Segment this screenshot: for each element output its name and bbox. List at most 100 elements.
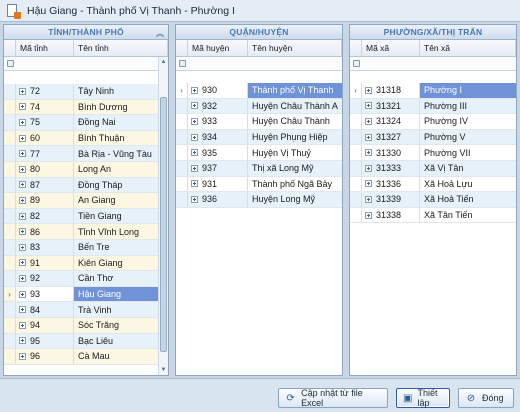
ward-row[interactable]: 31339 Xã Hoả Tiến <box>350 192 516 208</box>
province-row[interactable]: 87 Đồng Tháp <box>4 177 168 194</box>
district-panel-title: QUẬN/HUYỆN <box>229 27 289 37</box>
ward-panel-title: PHƯỜNG/XÃ/THỊ TRẤN <box>383 27 483 37</box>
expand-icon[interactable] <box>365 149 372 157</box>
scroll-down-icon[interactable]: ▼ <box>159 365 168 375</box>
province-row[interactable]: 91 Kiên Giang <box>4 255 168 272</box>
province-filter-row[interactable] <box>4 57 168 71</box>
expand-icon[interactable] <box>365 86 372 94</box>
expand-icon[interactable] <box>19 196 26 204</box>
row-code: 95 <box>30 335 41 346</box>
expand-icon[interactable] <box>191 133 198 141</box>
expand-icon[interactable] <box>19 118 26 126</box>
district-row[interactable]: 935 Huyện Vị Thuỷ <box>176 145 342 161</box>
expand-icon[interactable] <box>191 195 198 203</box>
province-row[interactable]: 60 Bình Thuận <box>4 130 168 147</box>
column-ward-code[interactable]: Mã xã <box>362 40 420 56</box>
expand-icon[interactable] <box>19 259 26 267</box>
province-row[interactable]: 75 Đồng Nai <box>4 115 168 131</box>
expand-icon[interactable] <box>19 150 26 158</box>
district-row[interactable]: 936 Huyện Long Mỹ <box>176 192 342 208</box>
update-from-excel-button[interactable]: ⟳ Cập nhật từ file Excel <box>278 388 388 408</box>
expand-icon[interactable] <box>365 133 372 141</box>
expand-icon[interactable] <box>19 290 26 298</box>
ward-filter-row[interactable] <box>350 57 516 71</box>
expand-icon[interactable] <box>191 102 198 110</box>
scroll-up-icon[interactable]: ▲ <box>159 57 168 67</box>
expand-icon[interactable] <box>19 181 26 189</box>
expand-icon[interactable] <box>365 117 372 125</box>
expand-icon[interactable] <box>19 321 26 329</box>
expand-icon[interactable] <box>19 212 26 220</box>
expand-icon[interactable] <box>191 117 198 125</box>
expand-icon[interactable] <box>365 102 372 110</box>
expand-icon[interactable] <box>19 352 26 360</box>
expand-icon[interactable] <box>19 87 26 95</box>
expand-icon[interactable] <box>191 180 198 188</box>
province-row[interactable]: 94 Sóc Trăng <box>4 317 168 334</box>
scroll-thumb[interactable] <box>160 97 167 352</box>
province-row[interactable]: 74 Bình Dương <box>4 99 168 116</box>
app-document-icon <box>6 3 21 19</box>
expand-icon[interactable] <box>19 243 26 251</box>
ward-row[interactable]: 31333 Xã Vị Tân <box>350 160 516 177</box>
district-row[interactable]: 932 Huyện Châu Thành A <box>176 98 342 115</box>
ward-row[interactable]: 31338 Xã Tân Tiến <box>350 207 516 224</box>
ward-row[interactable]: 31330 Phường VII <box>350 145 516 161</box>
expand-icon[interactable] <box>191 86 198 94</box>
ward-row[interactable]: 31324 Phường IV <box>350 114 516 130</box>
column-ward-name[interactable]: Tên xã <box>420 40 516 56</box>
close-button[interactable]: ⊘ Đóng <box>458 388 514 408</box>
expand-icon[interactable] <box>365 195 372 203</box>
expand-icon[interactable] <box>191 149 198 157</box>
province-row[interactable]: 96 Cà Mau <box>4 349 168 365</box>
expand-icon[interactable] <box>365 164 372 172</box>
province-row[interactable]: 86 Tỉnh Vĩnh Long <box>4 224 168 240</box>
expand-icon[interactable] <box>19 228 26 236</box>
district-filter-row[interactable] <box>176 57 342 71</box>
expand-icon[interactable] <box>19 165 26 173</box>
filter-icon[interactable] <box>7 60 14 67</box>
collapse-icon[interactable]: ︽ <box>156 28 164 39</box>
district-row[interactable]: 937 Thị xã Long Mỹ <box>176 160 342 177</box>
province-row[interactable]: 80 Long An <box>4 161 168 178</box>
province-row[interactable]: 84 Trà Vinh <box>4 302 168 318</box>
province-row[interactable]: 82 Tiền Giang <box>4 208 168 225</box>
expand-icon[interactable] <box>365 211 372 219</box>
expand-icon[interactable] <box>19 134 26 142</box>
expand-icon[interactable] <box>19 306 26 314</box>
ward-row[interactable]: › 31318 Phường I <box>350 83 516 99</box>
ward-row[interactable]: 31327 Phường V <box>350 129 516 146</box>
province-row[interactable]: 95 Bạc Liêu <box>4 333 168 350</box>
province-row[interactable]: 72 Tây Ninh <box>4 84 168 100</box>
row-code: 91 <box>30 257 41 268</box>
row-code: 87 <box>30 179 41 190</box>
column-province-name[interactable]: Tên tỉnh <box>74 40 168 56</box>
district-row[interactable]: 931 Thành phố Ngã Bảy <box>176 176 342 193</box>
column-district-name[interactable]: Tên huyện <box>248 40 342 56</box>
filter-icon[interactable] <box>179 60 186 67</box>
expand-icon[interactable] <box>19 103 26 111</box>
setup-button[interactable]: ▣ Thiết lập <box>396 388 450 408</box>
refresh-icon: ⟳ <box>286 392 295 404</box>
province-row[interactable]: › 93 Hậu Giang <box>4 286 168 303</box>
ward-row[interactable]: 31336 Xã Hoả Lựu <box>350 176 516 193</box>
row-name: Sóc Trăng <box>78 320 120 331</box>
expand-icon[interactable] <box>19 337 26 345</box>
expand-icon[interactable] <box>19 274 26 282</box>
district-row[interactable]: 933 Huyện Châu Thành <box>176 114 342 130</box>
province-row[interactable]: 89 An Giang <box>4 193 168 209</box>
column-province-code[interactable]: Mã tỉnh <box>16 40 74 56</box>
district-row[interactable]: › 930 Thành phố Vị Thanh <box>176 83 342 99</box>
row-name: Cần Thơ <box>78 273 114 284</box>
column-district-code[interactable]: Mã huyện <box>188 40 248 56</box>
expand-icon[interactable] <box>191 164 198 172</box>
province-row[interactable]: 92 Cần Thơ <box>4 271 168 287</box>
row-name: Phường VII <box>424 147 471 158</box>
province-scrollbar[interactable]: ▲ ▼ <box>158 57 168 375</box>
ward-row[interactable]: 31321 Phường III <box>350 98 516 115</box>
district-row[interactable]: 934 Huyện Phụng Hiệp <box>176 129 342 146</box>
province-row[interactable]: 77 Bà Rịa - Vũng Tàu <box>4 146 168 162</box>
province-row[interactable]: 83 Bến Tre <box>4 239 168 256</box>
expand-icon[interactable] <box>365 180 372 188</box>
filter-icon[interactable] <box>353 60 360 67</box>
